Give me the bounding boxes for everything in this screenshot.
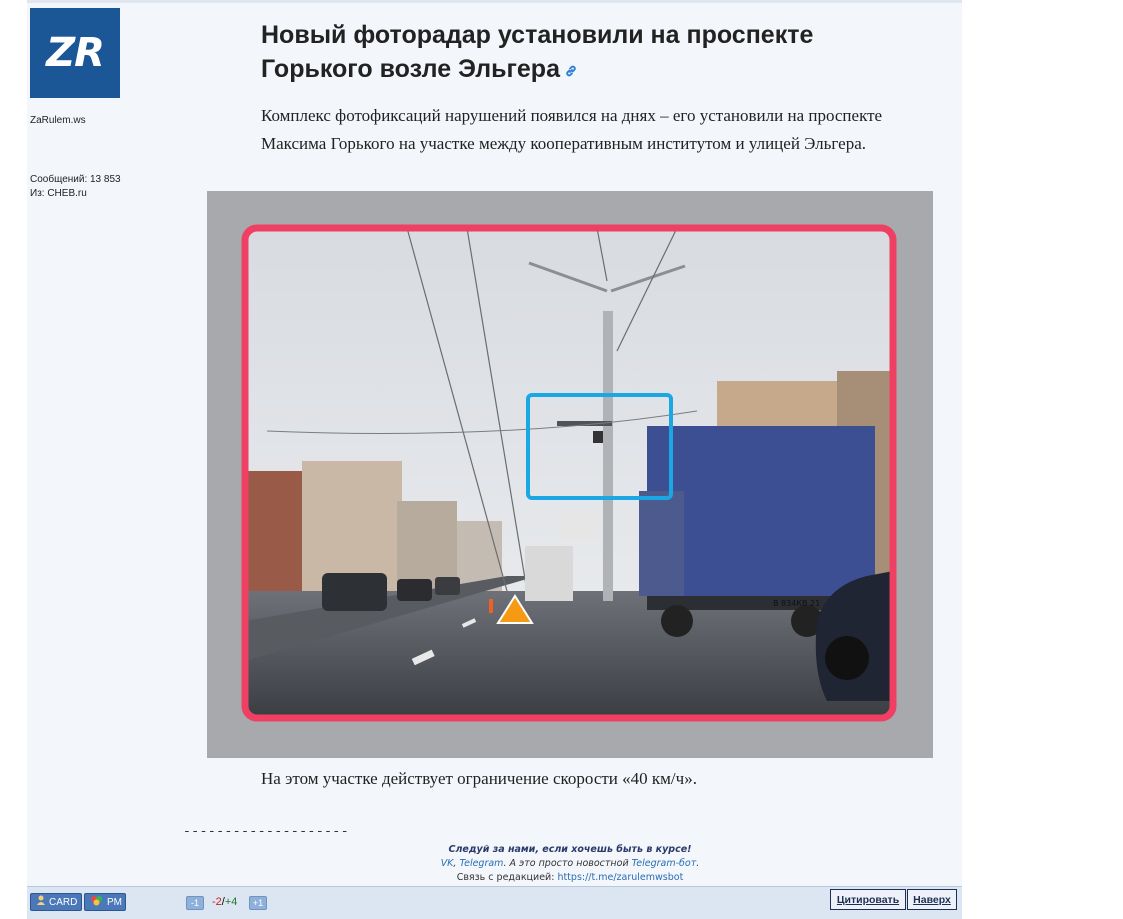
article-title-text: Новый фоторадар установили на проспекте … (261, 21, 814, 83)
back-to-top-button[interactable]: Наверх (907, 889, 957, 910)
post-rating: -2/+4 (212, 896, 238, 908)
article-photo[interactable]: В 834КВ 21 (207, 191, 933, 758)
user-avatar[interactable]: ZR (30, 8, 120, 98)
promo-headline: Следуй за нами, если хочешь быть в курсе… (448, 844, 692, 855)
pm-button[interactable]: PM (84, 893, 126, 911)
post-top-border (27, 0, 962, 3)
user-stats: Сообщений: 13 853 Из: CHEB.ru (30, 173, 121, 201)
promo-links-line: VK, Telegram. А это просто новостной Tel… (440, 858, 700, 869)
telegram-link[interactable]: Telegram (459, 858, 503, 869)
photo-illustration: В 834КВ 21 (241, 224, 897, 722)
quote-button[interactable]: Цитировать (830, 889, 906, 910)
contact-link[interactable]: https://t.me/zarulemwsbot (557, 872, 683, 883)
telegram-bot-link[interactable]: Telegram-бот (632, 858, 697, 869)
signature-separator: -------------------- (183, 824, 350, 839)
avatar-logo-text: ZR (46, 30, 105, 76)
vote-minus-button[interactable]: -1 (186, 896, 204, 910)
card-button-label: CARD (49, 896, 78, 908)
article-lead: Комплекс фотофиксаций нарушений появился… (261, 106, 883, 153)
user-post-count: Сообщений: 13 853 (30, 174, 121, 185)
pm-button-label: PM (107, 896, 122, 908)
promo-contact-line: Связь с редакцией: https://t.me/zarulemw… (456, 872, 684, 883)
signature-promo: Следуй за нами, если хочешь быть в курсе… (300, 843, 840, 885)
user-card-icon (36, 895, 46, 909)
rating-positive: +4 (224, 896, 238, 908)
vote-plus-button[interactable]: +1 (249, 896, 267, 910)
article-title: Новый фоторадар установили на проспекте … (261, 18, 921, 87)
user-location: Из: CHEB.ru (30, 188, 87, 199)
private-message-icon (90, 895, 104, 909)
card-button[interactable]: CARD (30, 893, 82, 911)
post-action-bar (27, 886, 962, 919)
photo-caption: На этом участке действует ограничение ск… (261, 769, 697, 788)
vk-link[interactable]: VK (441, 858, 454, 869)
truck-license-plate: В 834КВ 21 (773, 599, 820, 608)
link-icon[interactable] (564, 53, 578, 87)
rating-negative: -2 (212, 896, 222, 908)
user-name[interactable]: ZaRulem.ws (30, 115, 86, 126)
